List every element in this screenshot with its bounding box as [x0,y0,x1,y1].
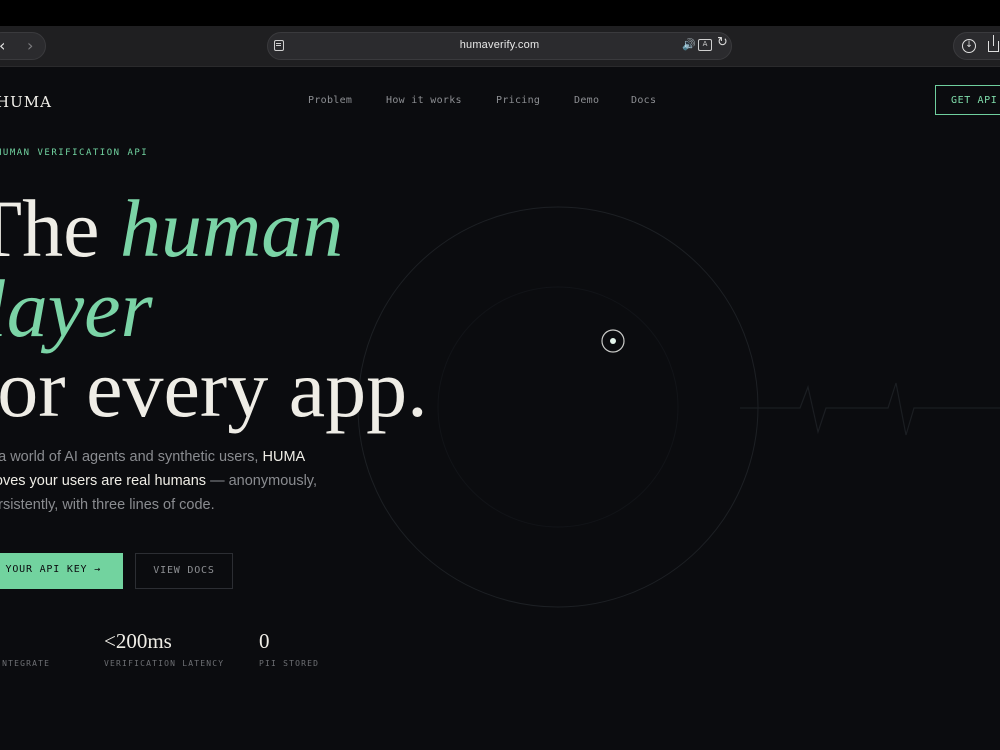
headline-accent: human [119,183,344,274]
stat-label-latency: VERIFICATION LATENCY [104,659,225,668]
reload-icon[interactable]: ↻ [717,35,728,50]
node-core [610,338,616,344]
hero-eyebrow: HUMAN VERIFICATION API [0,148,149,158]
screen-top-edge [0,0,1000,26]
stat-label-pii: PII STORED [259,659,320,668]
get-api-key-button[interactable]: GET API KEY [935,85,1000,115]
browser-toolbar: ‹ › humaverify.com 🔊 A ↻ ↓ [0,26,1000,67]
nav-link-problem[interactable]: Problem [308,95,352,106]
headline-line-2: layer [0,268,152,350]
orbit-ring-inner [437,286,679,528]
nav-link-how-it-works[interactable]: How it works [386,95,462,106]
view-docs-button[interactable]: VIEW DOCS [135,553,233,589]
hero-subtitle: In a world of AI agents and synthetic us… [0,445,342,517]
nav-link-demo[interactable]: Demo [574,95,599,106]
address-bar[interactable]: humaverify.com 🔊 A ↻ [267,32,732,60]
speaker-icon[interactable]: 🔊 [682,38,696,51]
stat-label-integrate: TO INTEGRATE [0,659,51,668]
site-logo[interactable]: HUMA [0,93,52,111]
hero-visual [357,206,1000,608]
pulse-line [740,382,1000,436]
url-text[interactable]: humaverify.com [268,39,731,51]
share-icon[interactable] [988,35,999,52]
download-icon[interactable]: ↓ [962,39,976,53]
web-page: HUMA Problem How it works Pricing Demo D… [0,67,1000,750]
headline-line-1: The human [0,188,343,270]
toolbar-actions: ↓ [953,32,1000,60]
stat-value-pii: 0 [259,629,270,653]
chevron-left-icon[interactable]: ‹ [0,35,5,57]
nav-link-docs[interactable]: Docs [631,95,656,106]
chevron-right-icon[interactable]: › [27,35,33,57]
history-nav: ‹ › [0,32,46,60]
subtitle-part-1: In a world of AI agents and synthetic us… [0,449,263,465]
primary-cta-button[interactable]: GET YOUR API KEY → [0,553,123,589]
nav-link-pricing[interactable]: Pricing [496,95,540,106]
headline-line-3: for every app. [0,343,428,434]
translate-icon[interactable]: A [698,39,712,51]
headline-accent-2: layer [0,263,153,354]
headline-plain: The [0,183,100,274]
stat-value-latency: <200ms [104,629,172,653]
